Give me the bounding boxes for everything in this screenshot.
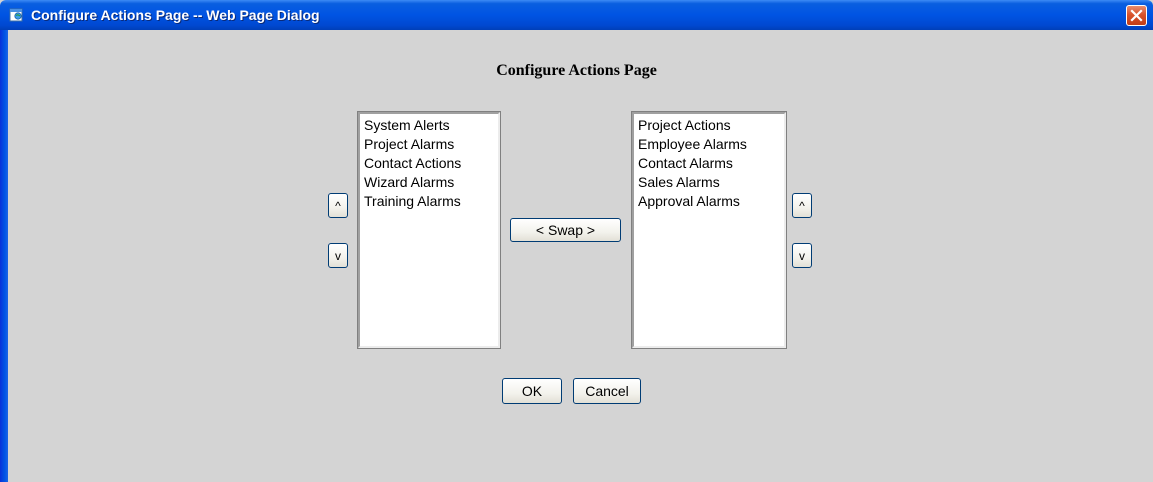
dialog-content (8, 30, 1153, 482)
right-actions-listbox[interactable]: Project Actions Employee Alarms Contact … (631, 111, 787, 349)
window-frame-left (0, 30, 8, 482)
close-icon (1130, 9, 1143, 22)
swap-button[interactable]: < Swap > (510, 218, 621, 242)
web-page-dialog-icon (9, 8, 23, 22)
right-move-up-button[interactable]: ^ (792, 193, 812, 218)
list-item[interactable]: Training Alarms (362, 192, 496, 211)
list-item[interactable]: Approval Alarms (636, 192, 782, 211)
list-item[interactable]: Project Alarms (362, 135, 496, 154)
cancel-button[interactable]: Cancel (573, 378, 641, 404)
left-move-down-button[interactable]: v (328, 243, 348, 268)
page-title: Configure Actions Page (496, 62, 657, 79)
list-item[interactable]: Sales Alarms (636, 173, 782, 192)
dialog-window: Configure Actions Page -- Web Page Dialo… (0, 0, 1153, 482)
list-item[interactable]: Wizard Alarms (362, 173, 496, 192)
left-move-up-button[interactable]: ^ (328, 193, 348, 218)
list-item[interactable]: System Alerts (362, 116, 496, 135)
list-item[interactable]: Contact Actions (362, 154, 496, 173)
list-item[interactable]: Contact Alarms (636, 154, 782, 173)
close-button[interactable] (1126, 5, 1147, 26)
list-item[interactable]: Employee Alarms (636, 135, 782, 154)
window-title: Configure Actions Page -- Web Page Dialo… (31, 7, 320, 23)
left-actions-listbox[interactable]: System Alerts Project Alarms Contact Act… (357, 111, 501, 349)
list-item[interactable]: Project Actions (636, 116, 782, 135)
title-bar[interactable]: Configure Actions Page -- Web Page Dialo… (0, 0, 1153, 30)
right-move-down-button[interactable]: v (792, 243, 812, 268)
ok-button[interactable]: OK (502, 378, 562, 404)
